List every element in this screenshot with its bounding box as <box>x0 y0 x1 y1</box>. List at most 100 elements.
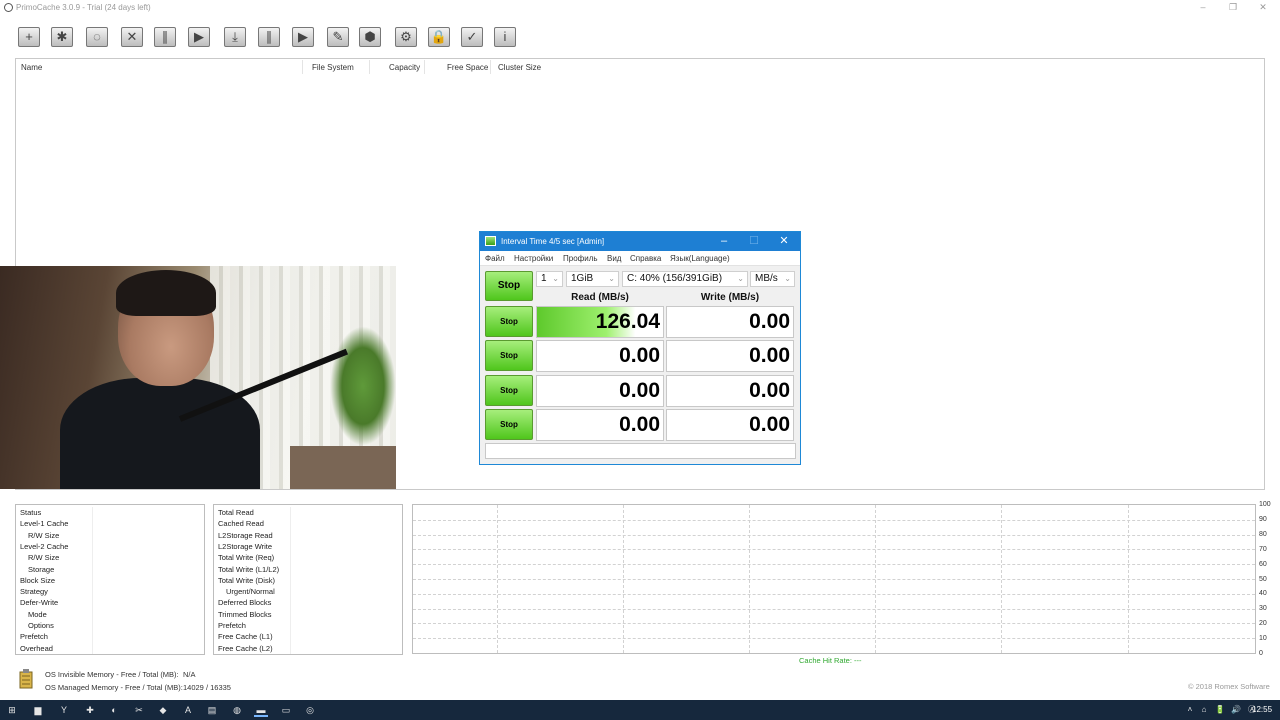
benchmark-menu-bar: Файл Настройки Профиль Вид Справка Язык(… <box>480 251 800 266</box>
column-free-space[interactable]: Free Space <box>447 63 488 72</box>
bench-task-icon[interactable]: ▬ <box>254 703 268 717</box>
y-tick-label: 0 <box>1259 650 1263 657</box>
network-icon[interactable]: ⌂ <box>1198 703 1210 717</box>
help-book-button[interactable]: ✓ <box>457 22 487 52</box>
file-explorer-icon[interactable]: ▆ <box>31 703 45 717</box>
stat-label: Options <box>28 621 54 630</box>
browser-yandex-icon[interactable]: Y <box>57 703 71 717</box>
remove-button[interactable]: ✕ <box>117 22 147 52</box>
menu-profile[interactable]: Профиль <box>563 254 598 263</box>
webcam-shelf <box>290 446 396 489</box>
battery-icon[interactable]: 🔋 <box>1214 703 1226 717</box>
benchmark-close-button[interactable]: ✕ <box>774 234 794 248</box>
check-icon: ◌ <box>93 29 101 44</box>
managed-memory-label: OS Managed Memory - Free / Total (MB): <box>45 683 183 692</box>
info-icon: i <box>503 29 507 44</box>
configure-button[interactable]: ✱ <box>47 22 77 52</box>
volume-icon[interactable]: 🔊 <box>1230 703 1242 717</box>
stat-label: Trimmed Blocks <box>218 609 272 619</box>
column-divider <box>424 60 425 74</box>
row-stop-button[interactable]: Stop <box>485 340 533 371</box>
stat-label: Status <box>20 508 42 517</box>
resume-all-icon: ▶ <box>298 29 308 44</box>
webcam-plant <box>330 326 396 446</box>
pause-button[interactable]: ∥ <box>150 22 180 52</box>
taskbar: ⊞ ▆ Y ✚ ◐ ✂ ◆ A ▤ ◍ ▬ ▭ ◎ ˄ ⌂ 🔋 🔊 Ⓐ 12:55 <box>0 700 1280 720</box>
flush-button[interactable]: ⤓ <box>220 22 250 52</box>
menu-file[interactable]: Файл <box>485 254 505 263</box>
memory-chip-icon <box>16 668 36 690</box>
y-tick-label: 40 <box>1259 590 1267 598</box>
check-button[interactable]: ◌ <box>82 22 112 52</box>
stat-label: Urgent/Normal <box>226 587 275 597</box>
row-stop-button[interactable]: Stop <box>485 375 533 406</box>
stat-label: Free Cache (L1) <box>218 632 273 642</box>
benchmark-minimize-button[interactable]: – <box>714 234 734 248</box>
tray-expand-icon[interactable]: ˄ <box>1184 703 1196 717</box>
primocache-task-icon[interactable]: ◍ <box>230 703 244 717</box>
panel-divider <box>290 507 291 654</box>
unit-select[interactable]: MB/s ⌄ <box>750 271 795 287</box>
settings-button[interactable]: ⚙ <box>391 22 421 52</box>
y-tick-label: 10 <box>1259 635 1267 643</box>
benchmark-status-bar <box>485 443 796 459</box>
stat-label: Total Write (L1/L2) <box>218 564 280 574</box>
window-task-icon[interactable]: ▭ <box>279 703 293 717</box>
benchmark-title: Interval Time 4/5 sec [Admin] <box>501 237 605 246</box>
invisible-memory-value: N/A <box>183 670 196 679</box>
app-a-icon[interactable]: A <box>181 703 195 717</box>
pause-all-icon: ∥ <box>265 29 273 44</box>
start-icon[interactable]: ⊞ <box>5 703 19 717</box>
resume-button[interactable]: ▶ <box>184 22 214 52</box>
graph-gridline <box>875 505 876 653</box>
obs-icon[interactable]: ◎ <box>303 703 317 717</box>
column-capacity[interactable]: Capacity <box>389 63 420 72</box>
app-twin-icon[interactable]: ✂ <box>132 703 146 717</box>
chevron-down-icon: ⌄ <box>608 274 615 283</box>
copyright: © 2018 Romex Software <box>1188 682 1270 691</box>
cache-statistics-panel: Total Read Cached Read L2Storage Read L2Sto… <box>213 504 403 655</box>
column-cluster-size[interactable]: Cluster Size <box>498 63 541 72</box>
stat-label: Prefetch <box>20 632 48 642</box>
license-button[interactable]: 🔒 <box>424 22 454 52</box>
app-blue-icon[interactable]: ▤ <box>205 703 219 717</box>
write-value: 0.00 <box>666 375 794 407</box>
benchmark-maximize-button[interactable]: ☐ <box>744 234 764 248</box>
app-flag-icon[interactable]: ✚ <box>83 703 97 717</box>
menu-settings[interactable]: Настройки <box>514 254 553 263</box>
column-name[interactable]: Name <box>21 63 42 72</box>
eraser-icon: ⬢ <box>364 29 376 44</box>
stat-label: Overhead <box>20 643 53 653</box>
info-button[interactable]: i <box>490 22 520 52</box>
menu-help[interactable]: Справка <box>630 254 661 263</box>
clock[interactable]: 12:55 <box>1252 705 1272 714</box>
pause-all-button[interactable]: ∥ <box>254 22 284 52</box>
write-value: 0.00 <box>666 306 794 338</box>
column-divider <box>490 60 491 74</box>
close-button[interactable]: ✕ <box>1256 1 1270 13</box>
row-stop-button[interactable]: Stop <box>485 306 533 337</box>
row-stop-button[interactable]: Stop <box>485 409 533 440</box>
column-file-system[interactable]: File System <box>312 63 354 72</box>
new-cache-task-button[interactable]: + <box>14 22 44 52</box>
graph-gridline <box>1128 505 1129 653</box>
eraser-button[interactable]: ⬢ <box>355 22 385 52</box>
size-select[interactable]: 1GiB ⌄ <box>566 271 619 287</box>
menu-language[interactable]: Язык(Language) <box>670 254 730 263</box>
stop-all-button[interactable]: Stop <box>485 271 533 301</box>
game-icon[interactable]: ◆ <box>156 703 170 717</box>
y-tick-label: 30 <box>1259 605 1267 613</box>
y-tick-label: 80 <box>1259 530 1267 538</box>
erase-button[interactable]: ✎ <box>323 22 353 52</box>
stat-label: Deferred Blocks <box>218 598 272 608</box>
drive-select[interactable]: C: 40% (156/391GiB) ⌄ <box>622 271 748 287</box>
settings-icon: ⚙ <box>400 29 412 44</box>
benchmark-title-bar[interactable]: Interval Time 4/5 sec [Admin] – ☐ ✕ <box>480 232 800 251</box>
resume-all-button[interactable]: ▶ <box>288 22 318 52</box>
count-select[interactable]: 1 ⌄ <box>536 271 563 287</box>
menu-view[interactable]: Вид <box>607 254 621 263</box>
steam-icon[interactable]: ◐ <box>107 703 121 717</box>
stat-label: Mode <box>28 609 47 619</box>
minimize-button[interactable]: – <box>1196 1 1210 13</box>
restore-button[interactable]: ❐ <box>1226 1 1240 13</box>
